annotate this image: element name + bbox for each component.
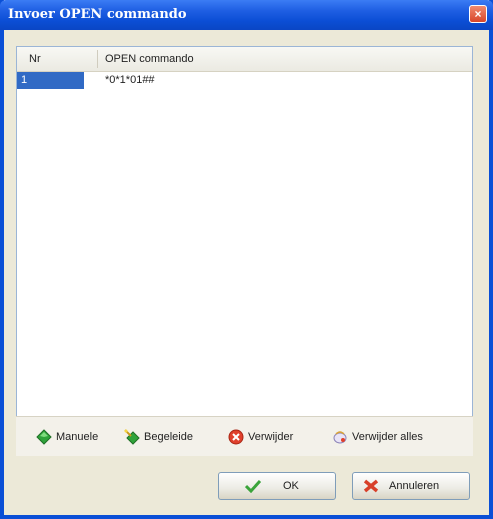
window-title: Invoer OPEN commando <box>8 7 187 22</box>
begeleide-button[interactable]: Begeleide <box>124 428 193 446</box>
red-delete-icon <box>228 429 244 445</box>
close-button[interactable]: × <box>469 5 487 23</box>
manuele-label: Manuele <box>56 431 99 444</box>
column-header-nr[interactable]: Nr <box>29 53 41 65</box>
cancel-label: Annuleren <box>389 480 440 492</box>
column-header-open-commando[interactable]: OPEN commando <box>105 53 194 65</box>
list-toolbar: Manuele Begeleide Verwijder Verwijder al… <box>16 416 473 456</box>
verwijder-button[interactable]: Verwijder <box>228 428 293 446</box>
clear-all-icon <box>333 431 347 444</box>
command-list[interactable]: Nr OPEN commando 1 *0*1*01## <box>16 46 473 440</box>
cancel-x-icon <box>363 479 379 493</box>
table-row[interactable]: 1 *0*1*01## <box>17 72 472 89</box>
manuele-button[interactable]: Manuele <box>36 428 98 446</box>
column-separator[interactable] <box>97 50 98 68</box>
wand-diamond-icon <box>124 429 140 445</box>
green-diamond-icon <box>36 429 52 445</box>
list-header: Nr OPEN commando <box>17 47 472 72</box>
title-bar[interactable]: Invoer OPEN commando × <box>0 0 493 30</box>
row-open-commando-cell[interactable]: *0*1*01## <box>105 72 155 89</box>
verwijder-alles-button[interactable]: Verwijder alles <box>332 428 423 446</box>
verwijder-label: Verwijder <box>248 431 294 444</box>
close-icon: × <box>474 7 482 21</box>
begeleide-label: Begeleide <box>144 431 193 444</box>
checkmark-icon <box>245 479 261 493</box>
row-nr-cell[interactable]: 1 <box>17 72 84 89</box>
ok-button[interactable]: OK <box>218 472 336 500</box>
ok-label: OK <box>283 480 299 492</box>
verwijder-alles-label: Verwijder alles <box>352 431 423 444</box>
cancel-button[interactable]: Annuleren <box>352 472 470 500</box>
